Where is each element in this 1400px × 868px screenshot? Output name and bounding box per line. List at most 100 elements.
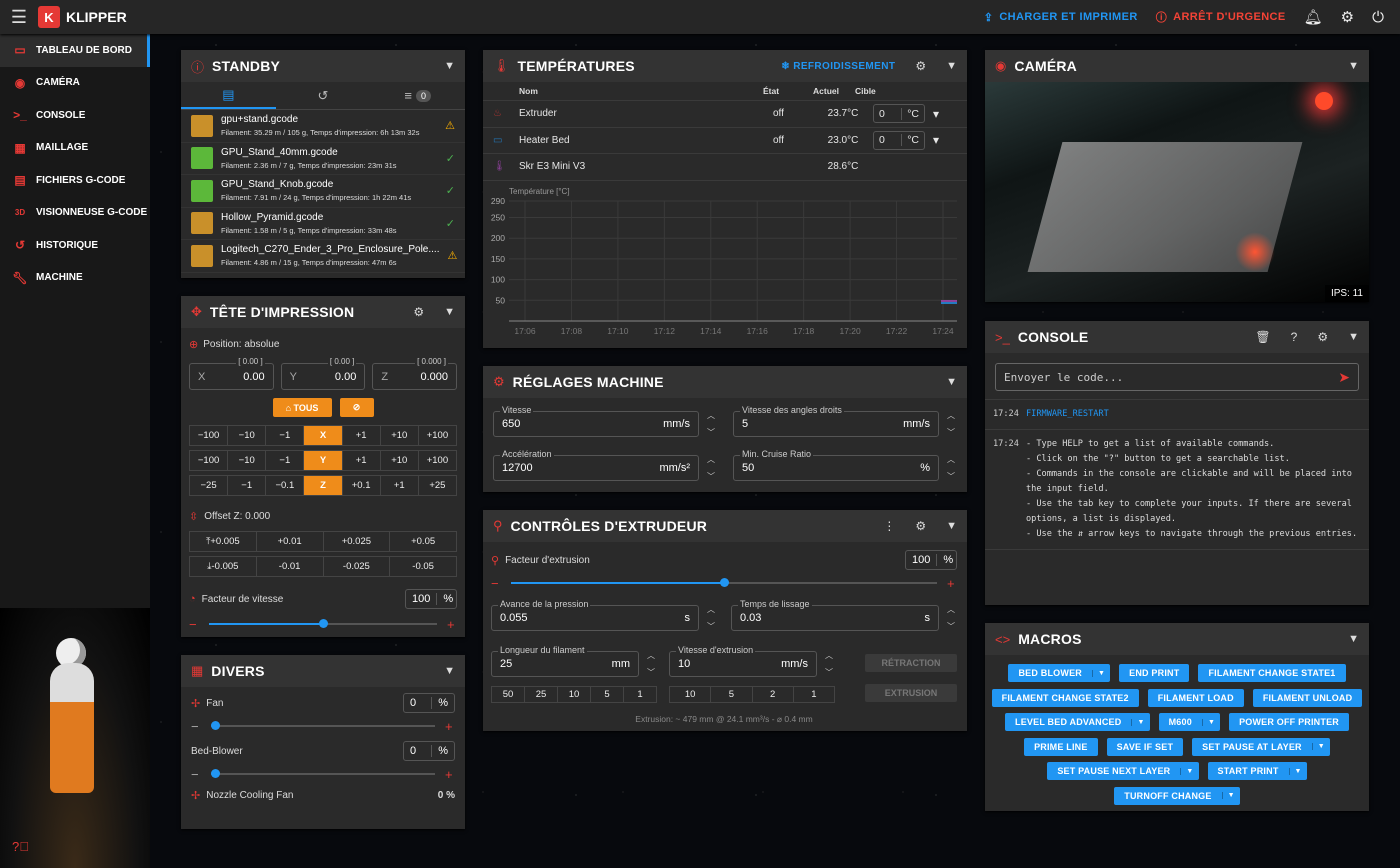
plus-icon[interactable]: + bbox=[445, 767, 455, 782]
speed-factor-input[interactable]: 100% bbox=[405, 589, 457, 609]
console-line[interactable]: - Commands in the console are clickable … bbox=[1026, 467, 1357, 482]
file-row[interactable]: Logitech_C270_Ender_3_Pro_Enclosure_Pole… bbox=[181, 240, 465, 273]
extrusion-factor-input[interactable]: 100% bbox=[905, 550, 957, 570]
length-preset-2-button[interactable]: 10 bbox=[558, 687, 591, 702]
plus-icon[interactable]: + bbox=[447, 617, 457, 632]
upload-print-button[interactable]: ⇪ CHARGER ET IMPRIMER bbox=[984, 11, 1138, 24]
temp-target-input[interactable]: 0 °C bbox=[873, 130, 925, 150]
length-preset-0-button[interactable]: 50 bbox=[492, 687, 525, 702]
console-line[interactable]: - Use the ⇵ arrow keys to navigate throu… bbox=[1026, 527, 1357, 542]
jog-x-3-button[interactable]: X bbox=[304, 426, 343, 445]
jog-y-0-button[interactable]: −100 bbox=[190, 451, 229, 470]
speed-preset-0-button[interactable]: 10 bbox=[670, 687, 712, 702]
file-row[interactable]: Hollow_Pyramid.gcode Filament: 1.58 m / 5… bbox=[181, 208, 465, 240]
offset-up-3-button[interactable]: +0.05 bbox=[390, 532, 456, 551]
offset-down-0-button[interactable]: ⤓ -0.005 bbox=[190, 557, 257, 576]
fan-slider[interactable] bbox=[211, 721, 435, 730]
jog-x-5-button[interactable]: +10 bbox=[381, 426, 419, 445]
caret-down-icon[interactable]: ▾ bbox=[933, 107, 939, 121]
console-line[interactable]: the input field. bbox=[1026, 482, 1357, 497]
console-input[interactable]: Envoyer le code... ➤ bbox=[995, 363, 1359, 391]
menu-icon[interactable]: ☰ bbox=[0, 7, 38, 28]
minus-icon[interactable]: − bbox=[491, 576, 501, 591]
send-icon[interactable]: ➤ bbox=[1338, 369, 1350, 386]
motors-off-button[interactable]: ⊘ bbox=[339, 398, 374, 417]
machine-field-0[interactable]: Vitesse 650 mm/s bbox=[493, 405, 699, 437]
macro-start-print-button[interactable]: START PRINT ▼ bbox=[1207, 762, 1307, 780]
offset-down-2-button[interactable]: -0.025 bbox=[324, 557, 391, 576]
file-row[interactable]: GPU_Stand_Knob.gcode Filament: 7.91 m / 2… bbox=[181, 175, 465, 208]
st-stepper[interactable]: ︿ ﹀ bbox=[945, 604, 957, 632]
chevron-down-icon[interactable]: ▼ bbox=[444, 306, 455, 318]
jog-z-4-button[interactable]: +0.1 bbox=[343, 476, 381, 495]
chevron-down-icon[interactable]: ▼ bbox=[1348, 633, 1359, 645]
temp-name[interactable]: Heater Bed bbox=[519, 135, 773, 146]
console-line[interactable]: - Use the tab key to complete your input… bbox=[1026, 497, 1357, 512]
jog-y-5-button[interactable]: +10 bbox=[381, 451, 419, 470]
sidebar-item-console[interactable]: >_ CONSOLE bbox=[0, 99, 150, 132]
tab-queue[interactable]: ≡ 0 bbox=[370, 82, 465, 109]
fan-slider[interactable] bbox=[211, 769, 435, 778]
pressure-advance-input[interactable]: Avance de la pression 0.055 s bbox=[491, 599, 699, 631]
temp-name[interactable]: Skr E3 Mini V3 bbox=[519, 161, 773, 172]
caret-down-icon[interactable]: ▼ bbox=[1180, 767, 1198, 775]
jog-x-2-button[interactable]: −1 bbox=[266, 426, 305, 445]
emergency-stop-button[interactable]: ⓘ ARRÊT D'URGENCE bbox=[1156, 9, 1286, 25]
extrude-button[interactable]: EXTRUSION bbox=[865, 684, 957, 702]
fan-input[interactable]: 0% bbox=[403, 693, 455, 713]
plus-icon[interactable]: + bbox=[445, 719, 455, 734]
macro-save-if-set-button[interactable]: SAVE IF SET bbox=[1106, 737, 1184, 756]
chevron-down-icon[interactable]: ▼ bbox=[444, 665, 455, 677]
tab-history[interactable]: ↺ bbox=[276, 82, 371, 109]
minus-icon[interactable]: − bbox=[189, 617, 199, 632]
gear-icon[interactable]: ⚙ bbox=[413, 305, 424, 319]
gear-icon[interactable]: ⚙ bbox=[1317, 330, 1328, 344]
macro-prime-line-button[interactable]: PRIME LINE bbox=[1024, 737, 1098, 756]
caret-down-icon[interactable]: ▼ bbox=[1201, 718, 1220, 726]
smooth-time-input[interactable]: Temps de lissage 0.03 s bbox=[731, 599, 939, 631]
jog-x-0-button[interactable]: −100 bbox=[190, 426, 229, 445]
chevron-down-icon[interactable]: ▼ bbox=[946, 376, 957, 388]
chevron-down-icon[interactable]: ▼ bbox=[1348, 331, 1359, 343]
field-stepper[interactable]: ︿ ﹀ bbox=[705, 454, 717, 482]
macro-set-pause-at-layer-button[interactable]: SET PAUSE AT LAYER ▼ bbox=[1192, 737, 1330, 756]
chevron-down-icon[interactable]: ▼ bbox=[946, 60, 957, 72]
chevron-down-icon[interactable]: ▼ bbox=[946, 520, 957, 532]
jog-x-1-button[interactable]: −10 bbox=[228, 426, 267, 445]
length-preset-3-button[interactable]: 5 bbox=[591, 687, 624, 702]
extrusion-factor-slider[interactable] bbox=[511, 578, 937, 587]
length-preset-4-button[interactable]: 1 bbox=[624, 687, 656, 702]
sidebar-item-machine[interactable]: 🔧︎ MACHINE bbox=[0, 262, 150, 295]
jog-x-6-button[interactable]: +100 bbox=[419, 426, 456, 445]
jog-z-2-button[interactable]: −0.1 bbox=[266, 476, 305, 495]
extrusion-speed-input[interactable]: Vitesse d'extrusion 10 mm/s bbox=[669, 645, 817, 677]
macro-filament-change-state2-button[interactable]: FILAMENT CHANGE STATE2 bbox=[991, 688, 1139, 707]
macro-filament-load-button[interactable]: FILAMENT LOAD bbox=[1147, 688, 1244, 707]
macro-level-bed-advanced-button[interactable]: LEVEL BED ADVANCED ▼ bbox=[1005, 713, 1150, 731]
macro-filament-change-state1-button[interactable]: FILAMENT CHANGE STATE1 bbox=[1198, 664, 1346, 682]
console-line[interactable]: FIRMWARE_RESTART bbox=[1026, 407, 1109, 422]
pa-stepper[interactable]: ︿ ﹀ bbox=[705, 604, 717, 632]
caret-down-icon[interactable]: ▾ bbox=[933, 133, 939, 147]
help-icon[interactable]: ? bbox=[1291, 330, 1298, 344]
sidebar-item-cam-ra[interactable]: ◉ CAMÉRA bbox=[0, 67, 150, 100]
caret-down-icon[interactable]: ▼ bbox=[1221, 792, 1240, 799]
power-icon[interactable]: ⏻ bbox=[1372, 9, 1384, 26]
jog-z-6-button[interactable]: +25 bbox=[419, 476, 456, 495]
axis-y-input[interactable]: [ 0.00 ] Y 0.00 bbox=[280, 357, 366, 390]
jog-z-5-button[interactable]: +1 bbox=[381, 476, 419, 495]
macro-turnoff-change-button[interactable]: TURNOFF CHANGE ▼ bbox=[1114, 786, 1240, 805]
minus-icon[interactable]: − bbox=[191, 719, 201, 734]
speed-slider[interactable] bbox=[209, 619, 437, 628]
jog-y-1-button[interactable]: −10 bbox=[228, 451, 267, 470]
field-stepper[interactable]: ︿ ﹀ bbox=[945, 454, 957, 482]
gear-icon[interactable]: ⚙ bbox=[915, 519, 926, 533]
jog-z-1-button[interactable]: −1 bbox=[228, 476, 267, 495]
caret-down-icon[interactable]: ▼ bbox=[1311, 743, 1330, 750]
field-stepper[interactable]: ︿ ﹀ bbox=[945, 410, 957, 438]
gear-icon[interactable]: ⚙ bbox=[915, 59, 926, 73]
file-row[interactable]: GPU_Stand_40mm.gcode Filament: 2.36 m / 7… bbox=[181, 143, 465, 175]
offset-up-1-button[interactable]: +0.01 bbox=[257, 532, 324, 551]
chevron-down-icon[interactable]: ▼ bbox=[444, 60, 455, 72]
sidebar-item-visionneuse-g-code[interactable]: 3D VISIONNEUSE G-CODE bbox=[0, 197, 150, 230]
